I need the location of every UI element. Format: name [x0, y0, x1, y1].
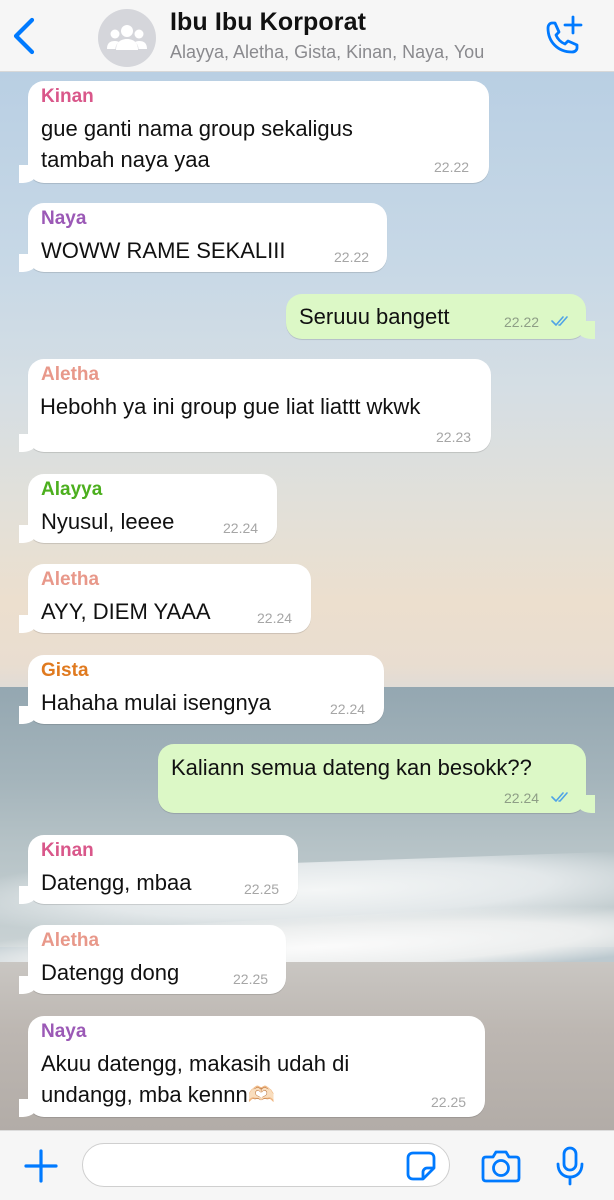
message-bubble[interactable]: Kinan Datengg, mbaa 22.25: [19, 835, 298, 904]
message-text: Hebohh ya ini group gue liat liattt wkwk: [40, 394, 421, 419]
message-input-bar: [0, 1130, 614, 1200]
message-bubble[interactable]: Aletha AYY, DIEM YAAA 22.24: [19, 564, 311, 633]
sender-name: Aletha: [41, 930, 100, 951]
chat-header: Ibu Ibu Korporat Alayya, Aletha, Gista, …: [0, 0, 614, 72]
sender-name: Naya: [41, 1021, 87, 1042]
message-time: 22.25: [431, 1094, 467, 1110]
message-text: AYY, DIEM YAAA: [41, 599, 211, 624]
read-ticks-icon: [551, 316, 568, 326]
message-text: Datengg, mbaa: [41, 870, 192, 895]
message-time: 22.22: [434, 159, 470, 175]
message-text: Akuu datengg, makasih udah di undangg, m…: [41, 1051, 350, 1107]
sender-name: Aletha: [41, 569, 100, 590]
message-text: Seruuu bangett: [299, 304, 450, 329]
message-bubble[interactable]: Aletha Datengg dong 22.25: [19, 925, 286, 994]
message-time: 22.25: [244, 881, 280, 897]
chat-members[interactable]: Alayya, Aletha, Gista, Kinan, Naya, You: [170, 42, 484, 63]
camera-icon: [481, 1150, 521, 1183]
message-bubble[interactable]: Aletha Hebohh ya ini group gue liat liat…: [19, 359, 491, 452]
message-text: Hahaha mulai isengnya: [41, 690, 271, 715]
message-bubble[interactable]: Naya WOWW RAME SEKALIII 22.22: [19, 203, 387, 272]
message-text: Datengg dong: [41, 960, 180, 985]
group-avatar[interactable]: [98, 9, 156, 67]
message-text: Nyusul, leeee: [41, 509, 175, 534]
message-bubble[interactable]: Kinan gue ganti nama group sekaligus tam…: [19, 81, 489, 183]
group-icon: [107, 25, 147, 50]
sender-name: Kinan: [41, 840, 94, 861]
message-time: 22.24: [223, 520, 259, 536]
sender-name: Alayya: [41, 479, 103, 500]
sender-name: Naya: [41, 208, 87, 229]
message-text: Kaliann semua dateng kan besokk??: [171, 755, 532, 780]
chevron-left-icon: [13, 17, 35, 55]
message-time: 22.22: [504, 314, 540, 330]
message-input[interactable]: [82, 1143, 450, 1187]
message-time: 22.22: [334, 249, 370, 265]
plus-icon: [24, 1149, 58, 1183]
microphone-icon: [556, 1146, 584, 1186]
message-bubble[interactable]: Naya Akuu datengg, makasih udah di undan…: [19, 1016, 485, 1117]
attach-button[interactable]: [22, 1147, 60, 1185]
add-call-button[interactable]: [538, 14, 588, 60]
sender-name: Gista: [41, 660, 89, 681]
sender-name: Aletha: [41, 364, 100, 385]
message-time: 22.24: [504, 790, 540, 806]
camera-button[interactable]: [480, 1147, 522, 1185]
message-bubble[interactable]: Gista Hahaha mulai isengnya 22.24: [19, 655, 384, 724]
message-bubble-outgoing[interactable]: Kaliann semua dateng kan besokk?? 22.24: [158, 744, 595, 813]
message-text: gue ganti nama group sekaligus tambah na…: [41, 116, 353, 172]
message-text: WOWW RAME SEKALIII: [41, 238, 286, 263]
message-time: 22.23: [436, 429, 472, 445]
sticker-button[interactable]: [404, 1149, 438, 1183]
add-call-icon: [546, 15, 583, 54]
microphone-button[interactable]: [554, 1145, 586, 1187]
sticker-icon: [406, 1151, 436, 1181]
message-bubble-outgoing[interactable]: Seruuu bangett 22.22: [286, 294, 595, 339]
message-bubble[interactable]: Alayya Nyusul, leeee 22.24: [19, 474, 277, 543]
message-time: 22.24: [257, 610, 293, 626]
read-ticks-icon: [551, 792, 568, 802]
back-button[interactable]: [8, 14, 42, 58]
sender-name: Kinan: [41, 86, 94, 107]
message-time: 22.24: [330, 701, 366, 717]
chat-title[interactable]: Ibu Ibu Korporat: [170, 8, 366, 37]
message-time: 22.25: [233, 971, 269, 987]
